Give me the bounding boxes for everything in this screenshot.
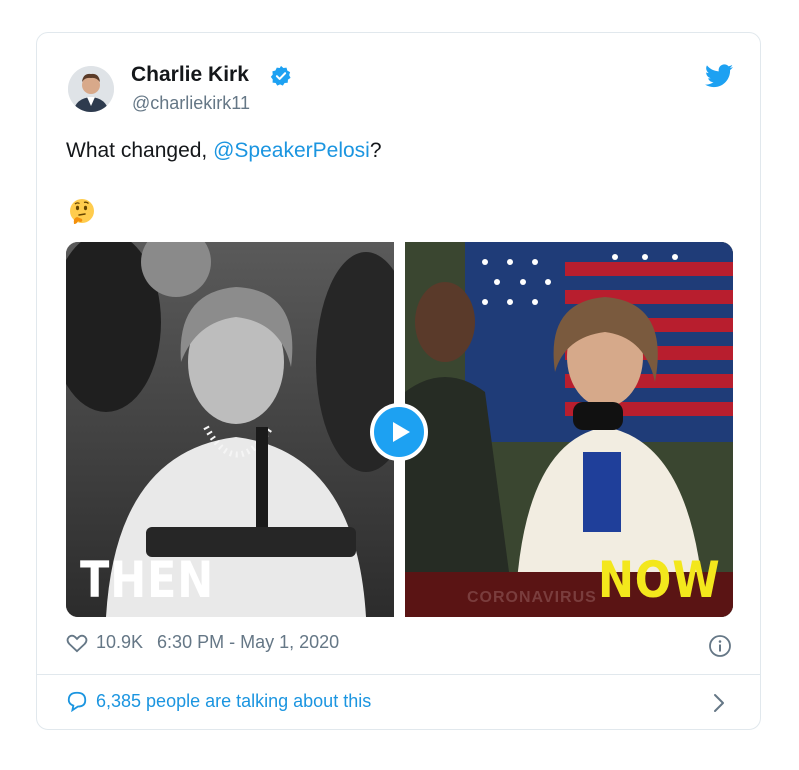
tweet-text: What changed, @SpeakerPelosi? [66, 139, 382, 163]
conversation-link[interactable]: 6,385 people are talking about this [66, 690, 371, 712]
author-handle[interactable]: @charliekirk11 [132, 93, 250, 114]
verified-badge-icon [270, 65, 291, 86]
banner-text: CORONAVIRUS [467, 589, 597, 606]
avatar[interactable] [68, 66, 114, 112]
timestamp[interactable]: 6:30 PM - May 1, 2020 [157, 632, 339, 653]
like-count[interactable]: 10.9K [96, 632, 143, 653]
play-button[interactable] [370, 403, 428, 461]
info-icon[interactable] [708, 634, 732, 658]
tweet-meta: 10.9K 6:30 PM - May 1, 2020 [66, 632, 339, 653]
then-label: THEN [80, 551, 215, 609]
tweet-text-suffix: ? [369, 139, 382, 162]
conversation-text[interactable]: 6,385 people are talking about this [96, 691, 371, 712]
heart-icon[interactable] [66, 633, 88, 653]
thinking-face-icon [70, 199, 94, 224]
tweet-text-prefix: What changed, [66, 139, 214, 162]
speech-bubble-icon [67, 691, 87, 712]
footer-divider [37, 674, 760, 675]
then-image: THEN [66, 242, 394, 617]
chevron-right-icon[interactable] [712, 693, 726, 713]
mention-link[interactable]: @SpeakerPelosi [213, 139, 370, 162]
twitter-bird-icon[interactable] [705, 64, 733, 88]
author-name[interactable]: Charlie Kirk [131, 63, 249, 87]
now-label: NOW [598, 551, 721, 609]
now-image: CORONAVIRUS NOW [405, 242, 733, 617]
play-icon [393, 422, 410, 442]
